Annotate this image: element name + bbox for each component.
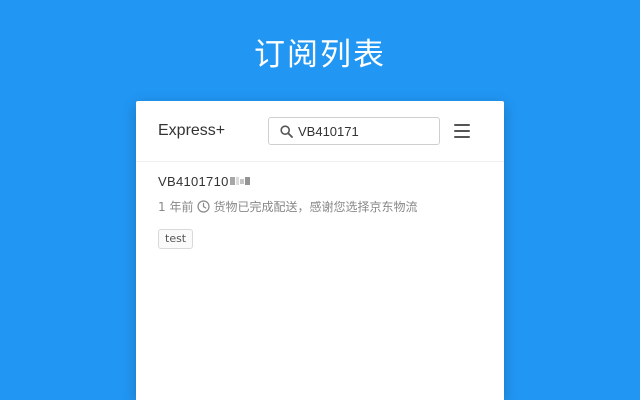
time-ago: 1 年前: [158, 199, 194, 214]
page-title: 订阅列表: [254, 37, 386, 73]
menu-icon[interactable]: [454, 124, 470, 138]
tracking-row: VB4101710: [158, 171, 488, 191]
tracking-number: VB4101710: [158, 173, 229, 189]
clock-icon: [197, 199, 211, 213]
card-header: Express+: [136, 101, 504, 162]
tag-badge[interactable]: test: [158, 229, 194, 249]
search-input[interactable]: [298, 123, 428, 139]
search-icon: [279, 124, 293, 138]
status-text: 货物已完成配送，感谢您选择京东物流: [213, 199, 418, 214]
list-item[interactable]: VB4101710 1 年前 货物已完成配送，感谢您选择京东物流 test: [158, 171, 488, 249]
search-box[interactable]: [268, 117, 440, 145]
redacted-digits: [229, 177, 250, 185]
menu-icon-bar: [454, 124, 470, 126]
menu-icon-bar: [454, 136, 470, 138]
brand-name: Express+: [158, 122, 226, 139]
subscription-card: Express+ VB4101710 1 年前: [136, 101, 504, 400]
menu-icon-bar: [454, 130, 470, 132]
meta-row: 1 年前 货物已完成配送，感谢您选择京东物流: [158, 196, 488, 216]
